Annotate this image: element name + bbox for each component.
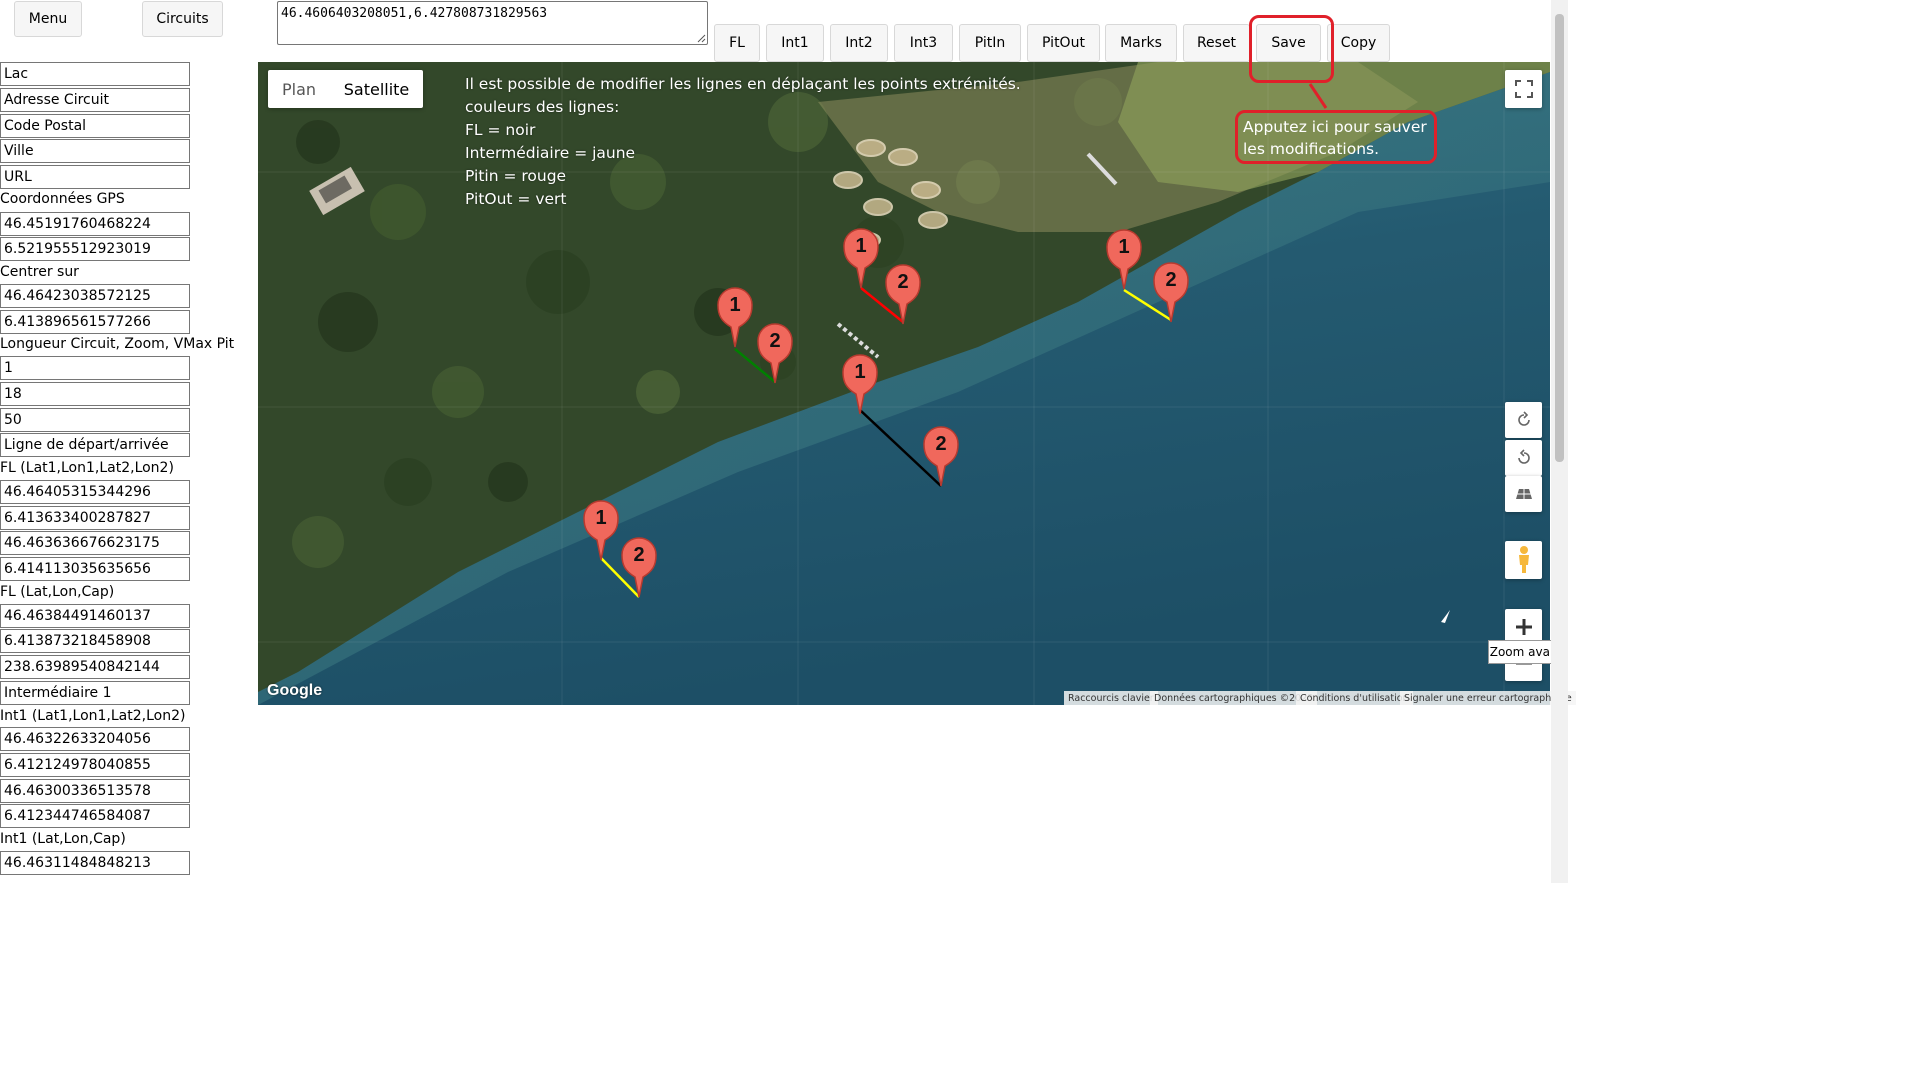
fullscreen-icon (1514, 80, 1533, 98)
marker-label: 2 (935, 433, 946, 455)
marker-pitin-1[interactable]: 1 (843, 228, 879, 290)
terms-link[interactable]: Conditions d'utilisation (1296, 691, 1413, 705)
marker-label: 2 (769, 330, 780, 352)
marker-pitout-2[interactable]: 2 (757, 323, 793, 385)
marker-label: 1 (854, 361, 865, 383)
google-logo: Google (267, 682, 323, 699)
map-type-control: Plan Satellite (268, 70, 423, 108)
keyboard-shortcuts-link[interactable]: Raccourcis clavier (1064, 691, 1158, 705)
save-callout: Apputez ici pour sauver les modification… (1235, 110, 1437, 164)
marker-label: 1 (855, 235, 866, 257)
rotate-clockwise-icon (1517, 411, 1530, 426)
instruction-line: FL = noir (465, 121, 536, 139)
instruction-line: Il est possible de modifier les lignes e… (465, 75, 1021, 93)
fullscreen-button[interactable] (1505, 70, 1542, 108)
map-data-attribution: Données cartographiques ©2023 (1150, 691, 1318, 705)
marker-int-left-1[interactable]: 1 (583, 500, 619, 562)
instruction-line: PitOut = vert (465, 190, 567, 208)
instruction-line: Intermédiaire = jaune (465, 144, 636, 162)
marker-label: 2 (897, 271, 908, 293)
instruction-line: Pitin = rouge (465, 167, 567, 185)
marker-pitin-2[interactable]: 2 (885, 264, 921, 326)
plus-icon (1515, 619, 1532, 635)
pegman-icon (1518, 546, 1529, 573)
callout-pointer (1308, 83, 1328, 109)
marker-int-right-1[interactable]: 1 (1106, 229, 1142, 291)
report-error-link[interactable]: Signaler une erreur cartographique (1400, 691, 1576, 705)
marker-int-right-2[interactable]: 2 (1153, 262, 1189, 324)
street-view-pegman[interactable] (1505, 541, 1542, 579)
satellite-tab[interactable]: Satellite (330, 70, 423, 108)
tilt-button[interactable] (1505, 476, 1542, 512)
instruction-line: couleurs des lignes: (465, 98, 620, 116)
marker-int-left-2[interactable]: 2 (621, 537, 657, 599)
marker-label: 2 (633, 544, 644, 566)
rotate-counterclockwise-icon (1517, 449, 1530, 464)
map-instructions: Il est possible de modifier les lignes e… (465, 73, 1021, 211)
marker-label: 2 (1165, 269, 1176, 291)
marker-fl-1[interactable]: 1 (842, 354, 878, 416)
marker-pitout-1[interactable]: 1 (717, 287, 753, 349)
tilt-icon (1515, 489, 1532, 499)
marker-label: 1 (729, 294, 740, 316)
plan-tab[interactable]: Plan (268, 70, 330, 108)
scrollbar-thumb[interactable] (1555, 14, 1564, 462)
marker-label: 1 (1118, 236, 1129, 258)
marker-label: 1 (595, 507, 606, 529)
rotate-right-button[interactable] (1505, 402, 1542, 438)
rotate-left-button[interactable] (1505, 440, 1542, 476)
marker-fl-2[interactable]: 2 (923, 426, 959, 488)
